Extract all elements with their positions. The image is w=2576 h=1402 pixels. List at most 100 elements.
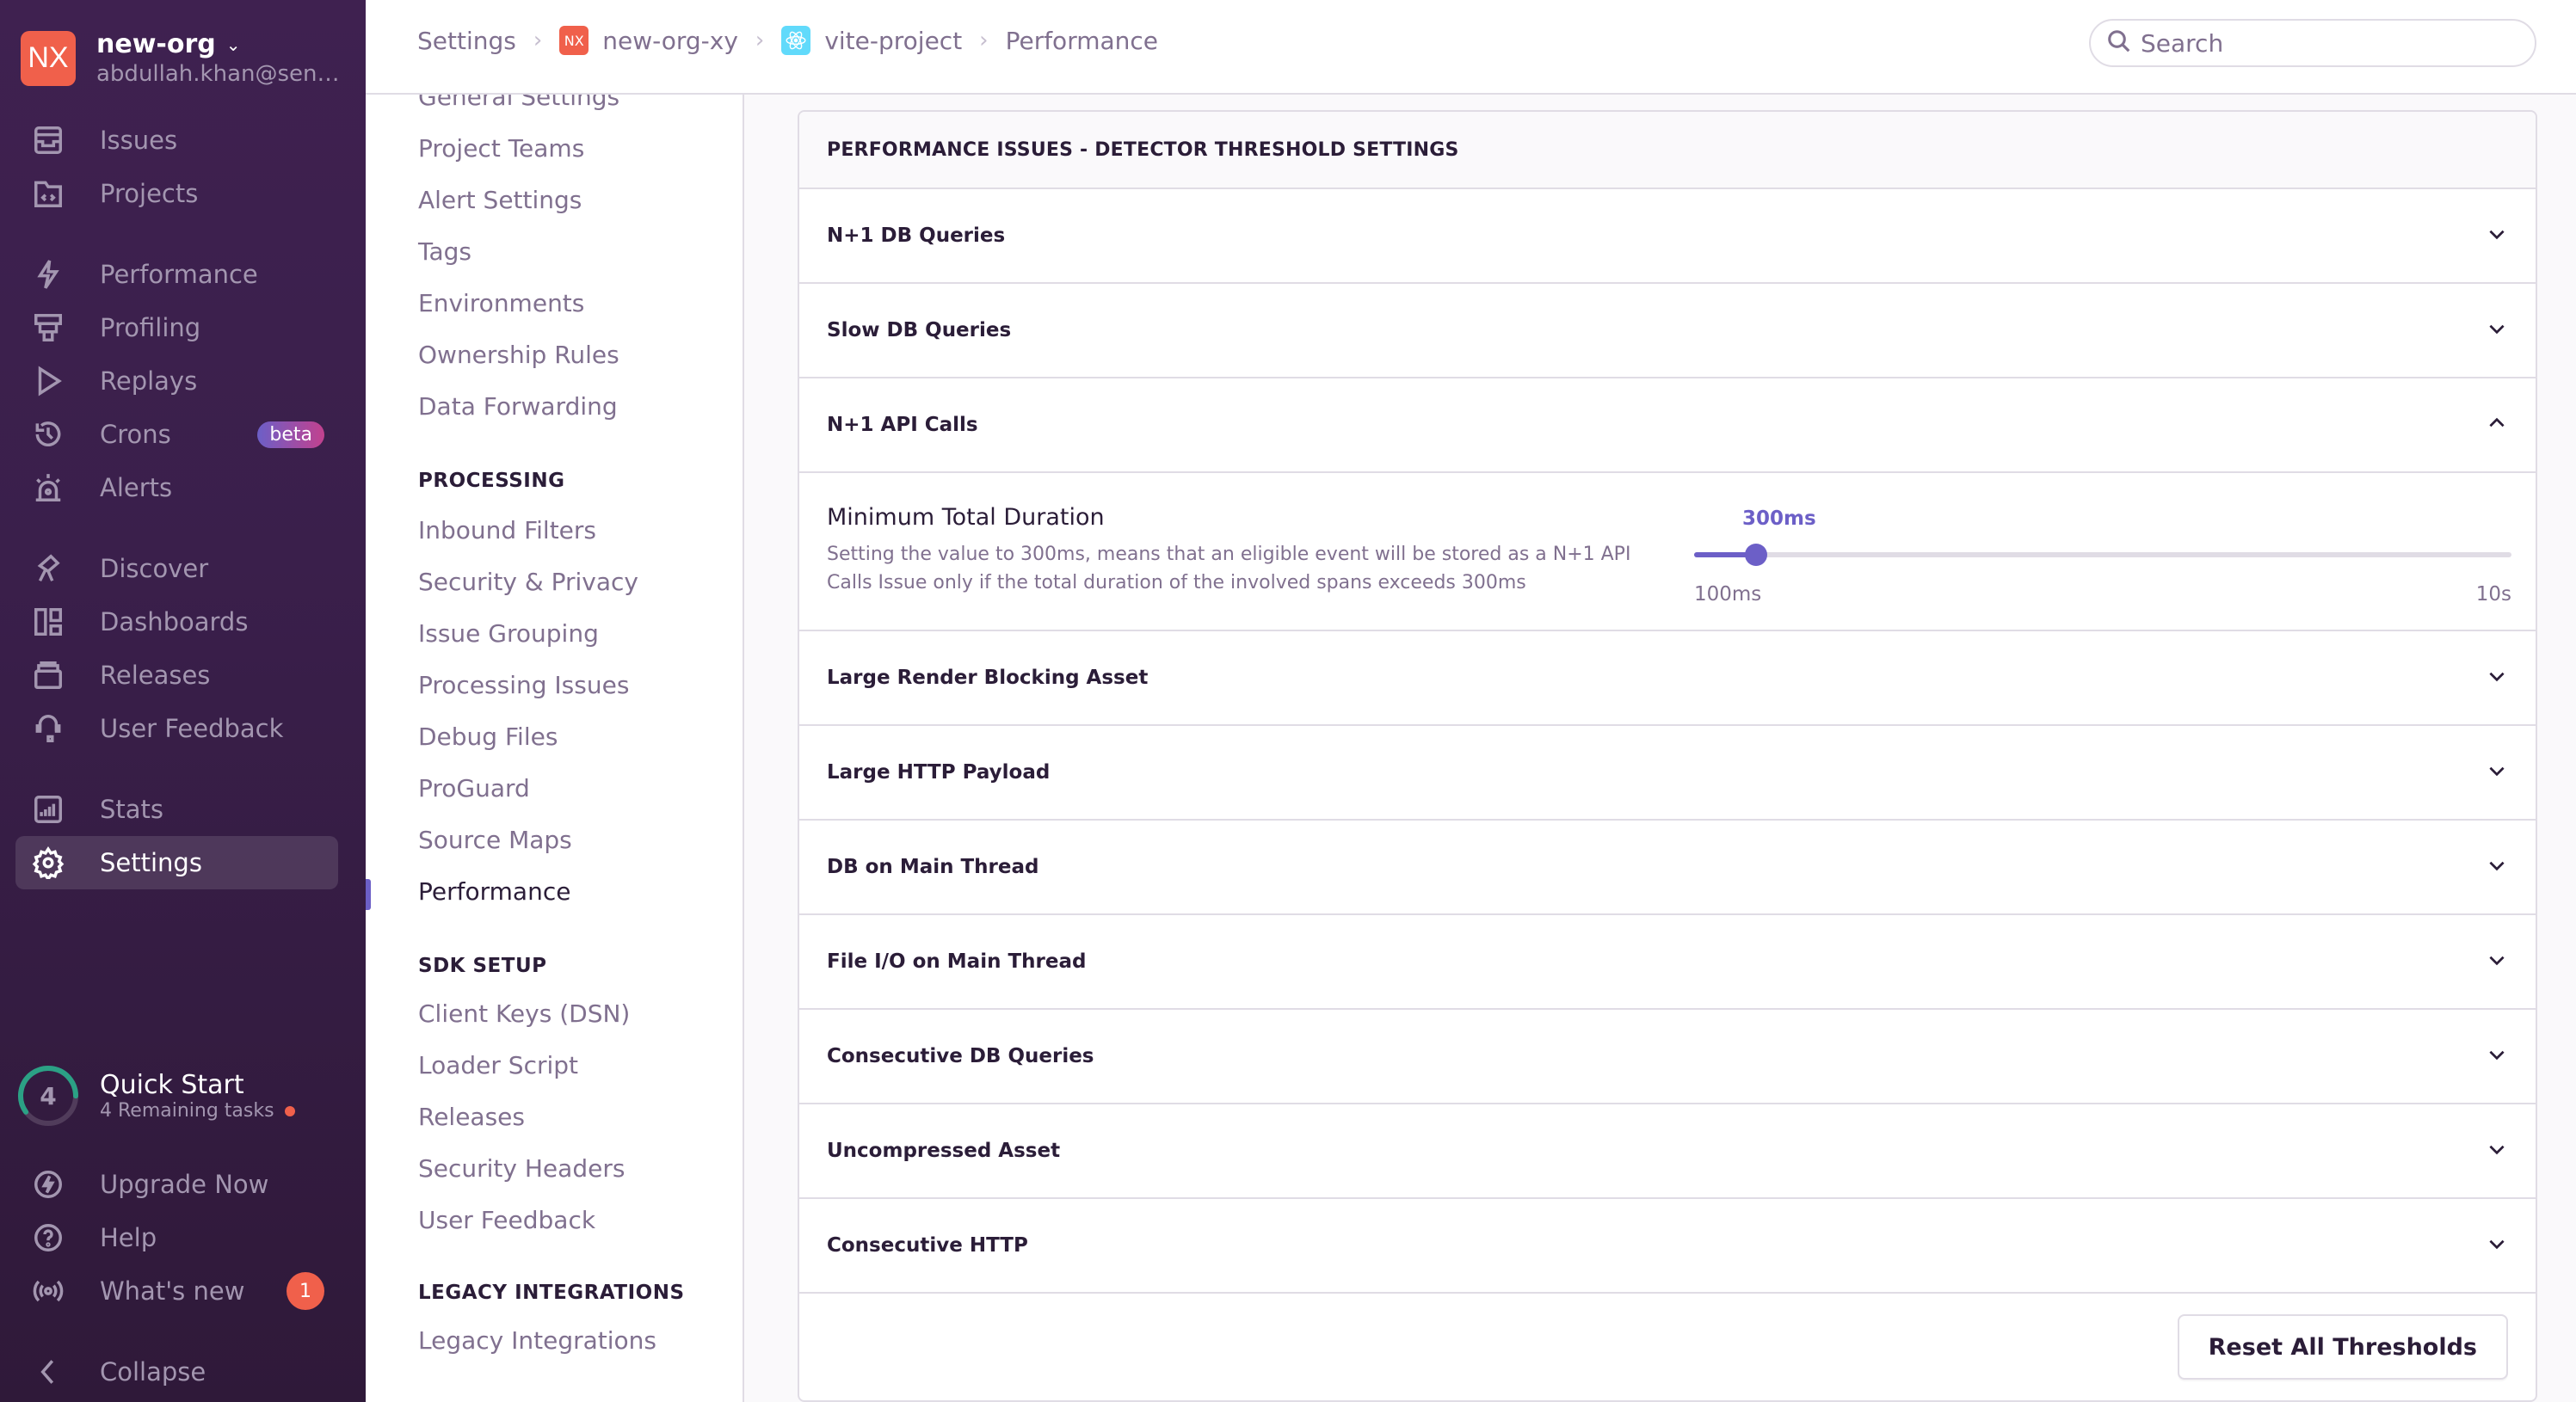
sidebar-item-performance[interactable]: Performance [15, 248, 338, 301]
threshold-row-label: Consecutive DB Queries [827, 1045, 1094, 1067]
threshold-row-label: File I/O on Main Thread [827, 950, 1087, 973]
threshold-row[interactable]: Uncompressed Asset [799, 1104, 2536, 1199]
sidebar-item-issues[interactable]: Issues [15, 114, 338, 167]
threshold-row[interactable]: Consecutive HTTP [799, 1199, 2536, 1294]
settings-nav-item[interactable]: User Feedback [418, 1206, 595, 1234]
chevron-down-icon[interactable] [2486, 949, 2508, 975]
quick-start[interactable]: 4 Quick Start 4 Remaining tasks [15, 1063, 295, 1128]
sidebar-item-dashboards[interactable]: Dashboards [15, 595, 338, 649]
breadcrumb-item[interactable]: Settings [417, 27, 516, 55]
chevron-down-icon[interactable] [2486, 223, 2508, 249]
settings-nav-item[interactable]: Environments [418, 289, 584, 317]
react-icon [781, 26, 811, 55]
search-input[interactable] [2141, 28, 2519, 58]
settings-nav-heading: PROCESSING [418, 470, 565, 492]
settings-nav-item[interactable]: Ownership Rules [418, 341, 619, 369]
settings-icon [31, 846, 65, 880]
settings-nav-item[interactable]: Data Forwarding [418, 392, 618, 421]
settings-nav-item[interactable]: Alert Settings [418, 186, 582, 214]
chevron-down-icon[interactable] [2486, 759, 2508, 785]
sidebar-item-label: What's new [100, 1276, 245, 1306]
sidebar-item-projects[interactable]: Projects [15, 167, 338, 220]
settings-nav-item[interactable]: Issue Grouping [418, 619, 599, 648]
breadcrumb-item[interactable]: NX new-org-xy [559, 26, 738, 55]
help-icon [31, 1221, 65, 1255]
sidebar-item-stats[interactable]: Stats [15, 783, 338, 836]
sidebar-item-discover[interactable]: Discover [15, 542, 338, 595]
settings-nav-heading: LEGACY INTEGRATIONS [418, 1282, 685, 1304]
discover-icon [31, 551, 65, 586]
threshold-setting: Minimum Total Duration Setting the value… [799, 473, 2536, 631]
user-feedback-icon [31, 711, 65, 746]
sidebar-item-settings[interactable]: Settings [15, 836, 338, 889]
chevron-down-icon: ⌄ [225, 34, 241, 55]
threshold-row[interactable]: DB on Main Thread [799, 821, 2536, 915]
settings-nav-item[interactable]: Loader Script [418, 1051, 578, 1079]
chevron-down-icon[interactable] [2486, 1138, 2508, 1164]
sidebar-item-label: Stats [100, 795, 164, 824]
settings-nav-item[interactable]: Tags [418, 237, 471, 266]
org-avatar: NX [21, 30, 76, 86]
settings-nav-item[interactable]: Debug Files [418, 723, 558, 751]
settings-nav-item[interactable]: Project Teams [418, 134, 584, 163]
sidebar-item-replays[interactable]: Replays [15, 354, 338, 408]
threshold-row-label: N+1 DB Queries [827, 224, 1006, 247]
threshold-row-label: Uncompressed Asset [827, 1140, 1061, 1162]
settings-nav-item[interactable]: Legacy Integrations [418, 1326, 656, 1355]
chevron-down-icon[interactable] [2486, 317, 2508, 343]
breadcrumb-item[interactable]: vite-project [781, 26, 962, 55]
breadcrumb-item[interactable]: Performance [1006, 27, 1158, 55]
collapse-button[interactable]: Collapse [15, 1345, 338, 1399]
chevron-down-icon[interactable] [2486, 854, 2508, 880]
settings-nav-item[interactable]: Inbound Filters [418, 516, 596, 544]
chevron-down-icon[interactable] [2486, 1233, 2508, 1258]
sidebar: NX new-org ⌄ abdullah.khan@sen… Issues Pro… [0, 0, 366, 1402]
sidebar-item-upgrade-now[interactable]: Upgrade Now [15, 1158, 338, 1211]
threshold-row[interactable]: Large HTTP Payload [799, 726, 2536, 821]
settings-nav-item[interactable]: Security & Privacy [418, 568, 638, 596]
quick-start-progress-ring: 4 [15, 1063, 81, 1128]
search-box[interactable] [2089, 19, 2536, 67]
sidebar-item-crons[interactable]: Crons beta [15, 408, 338, 461]
org-switcher[interactable]: NX new-org ⌄ abdullah.khan@sen… [21, 29, 340, 87]
duration-slider[interactable]: 300ms 100ms 10s [1694, 507, 2511, 611]
quick-start-subtitle: 4 Remaining tasks [100, 1100, 274, 1122]
chevron-down-icon[interactable] [2486, 1043, 2508, 1069]
settings-nav-item[interactable]: Releases [418, 1103, 525, 1131]
sidebar-item-label: Replays [100, 366, 198, 396]
panel-title: PERFORMANCE ISSUES - DETECTOR THRESHOLD … [799, 112, 2536, 189]
sidebar-item-profiling[interactable]: Profiling [15, 301, 338, 354]
slider-track[interactable] [1694, 552, 2511, 557]
sidebar-item-what-s-new[interactable]: What's new 1 [15, 1264, 338, 1318]
settings-nav-item[interactable]: Processing Issues [418, 671, 629, 699]
settings-nav-item[interactable]: Source Maps [418, 826, 572, 854]
settings-nav-item[interactable]: Security Headers [418, 1154, 625, 1183]
nav-quaternary: Stats Settings [15, 783, 338, 889]
sidebar-item-help[interactable]: Help [15, 1211, 338, 1264]
beta-badge: beta [257, 421, 324, 448]
sidebar-item-releases[interactable]: Releases [15, 649, 338, 702]
threshold-row[interactable]: Large Render Blocking Asset [799, 631, 2536, 726]
threshold-row[interactable]: Consecutive DB Queries [799, 1010, 2536, 1104]
detector-threshold-panel: PERFORMANCE ISSUES - DETECTOR THRESHOLD … [798, 110, 2537, 1402]
settings-nav-item[interactable]: Client Keys (DSN) [418, 999, 630, 1028]
threshold-row-expanded[interactable]: N+1 API Calls [799, 378, 2536, 473]
sidebar-item-alerts[interactable]: Alerts [15, 461, 338, 514]
reset-all-thresholds-button[interactable]: Reset All Thresholds [2177, 1314, 2508, 1380]
collapse-label: Collapse [100, 1357, 206, 1387]
settings-nav-item[interactable]: Performance [418, 877, 570, 906]
upgrade-icon [31, 1167, 65, 1202]
breadcrumb: Settings › NX new-org-xy › vite-project › Perfo… [417, 26, 1158, 55]
threshold-row[interactable]: Slow DB Queries [799, 284, 2536, 378]
settings-nav-item[interactable]: ProGuard [418, 774, 530, 802]
dashboards-icon [31, 605, 65, 639]
chevron-down-icon[interactable] [2486, 665, 2508, 691]
chevron-up-icon[interactable] [2486, 412, 2508, 438]
slider-handle[interactable] [1745, 544, 1767, 566]
settings-nav-item[interactable]: General Settings [418, 95, 619, 111]
threshold-row[interactable]: N+1 DB Queries [799, 189, 2536, 284]
threshold-row[interactable]: File I/O on Main Thread [799, 915, 2536, 1010]
profiling-icon [31, 311, 65, 345]
sidebar-item-label: Help [100, 1223, 157, 1252]
sidebar-item-user-feedback[interactable]: User Feedback [15, 702, 338, 755]
